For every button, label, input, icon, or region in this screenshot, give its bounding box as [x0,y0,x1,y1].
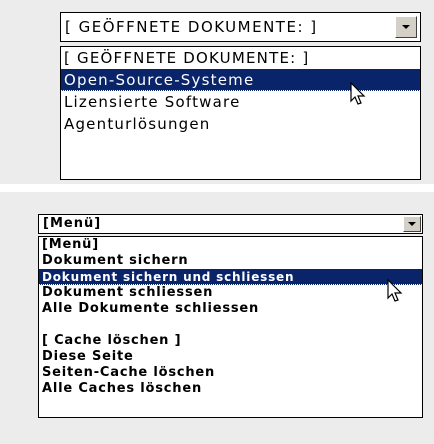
option-open-documents-header[interactable]: [ GEÖFFNETE DOKUMENTE: ] [61,47,420,69]
option-close-all-documents[interactable]: Alle Dokumente schliessen [39,301,422,317]
open-documents-select[interactable]: [ GEÖFFNETE DOKUMENTE: ] [60,12,421,42]
chevron-down-icon[interactable] [403,216,421,232]
open-documents-listbox[interactable]: [ GEÖFFNETE DOKUMENTE: ] Open-Source-Sys… [60,46,421,180]
chevron-down-icon[interactable] [395,16,417,38]
option-save-and-close-document[interactable]: Dokument sichern und schliessen [39,269,422,285]
arrow-cursor-icon [350,82,366,105]
option-menu-header[interactable]: [Menü] [39,237,422,253]
option-close-document[interactable]: Dokument schliessen [39,285,422,301]
option-spacer [39,317,422,333]
option-save-document[interactable]: Dokument sichern [39,253,422,269]
menu-select-value: [Menü] [43,216,102,231]
option-clear-page-cache[interactable]: Seiten-Cache löschen [39,365,422,381]
option-this-page[interactable]: Diese Seite [39,349,422,365]
menu-listbox[interactable]: [Menü] Dokument sichern Dokument sichern… [38,236,423,418]
option-clear-cache-header[interactable]: [ Cache löschen ] [39,333,422,349]
open-documents-select-value: [ GEÖFFNETE DOKUMENTE: ] [65,18,318,36]
option-agency-solutions[interactable]: Agenturlösungen [61,113,420,135]
menu-select[interactable]: [Menü] [38,214,423,234]
option-clear-all-caches[interactable]: Alle Caches löschen [39,381,422,397]
arrow-cursor-icon [387,279,403,302]
